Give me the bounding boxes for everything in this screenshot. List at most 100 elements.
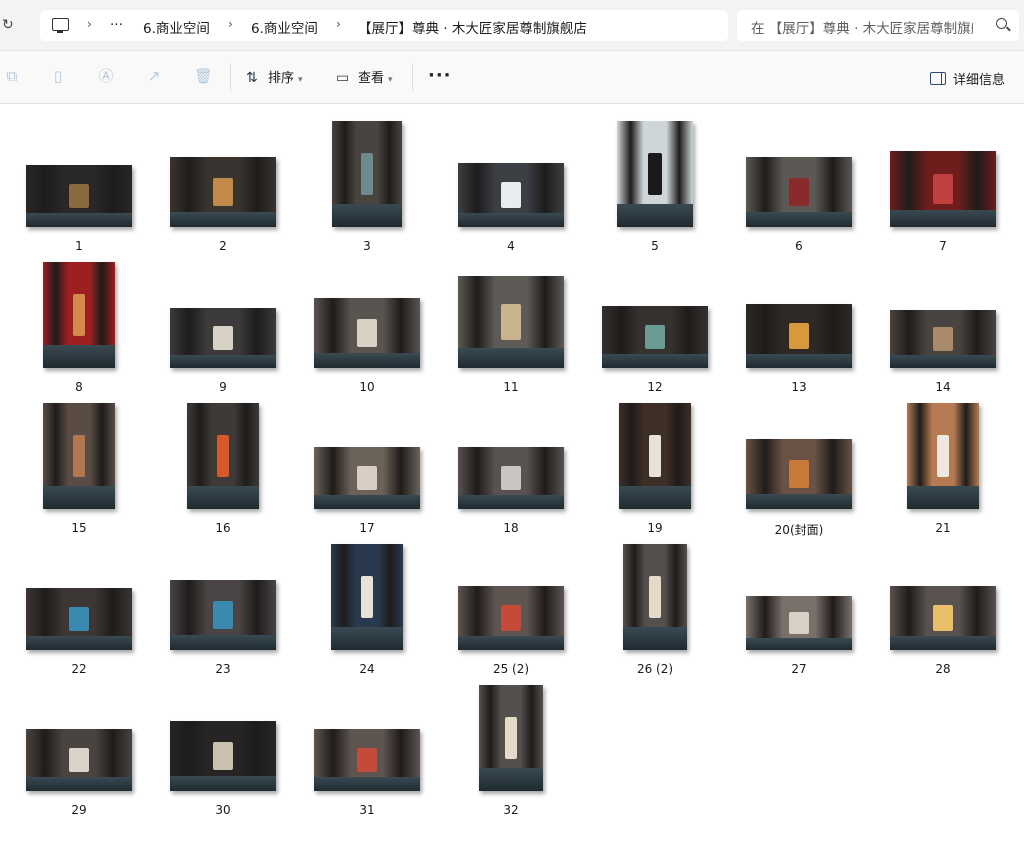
- thumbnail-accent: [933, 327, 953, 351]
- copy-icon[interactable]: ⧉: [4, 67, 20, 85]
- image-thumbnail[interactable]: [43, 262, 115, 368]
- image-thumbnail[interactable]: [890, 586, 996, 650]
- image-thumbnail[interactable]: [458, 163, 564, 227]
- image-thumbnail[interactable]: [170, 580, 276, 650]
- image-thumbnail[interactable]: [746, 157, 852, 227]
- chevron-right-icon[interactable]: ›: [87, 17, 92, 31]
- chevron-right-icon[interactable]: ›: [336, 17, 341, 31]
- thumbnail-floor: [619, 485, 691, 509]
- image-thumbnail[interactable]: [26, 165, 132, 227]
- thumbnail-accent: [645, 324, 665, 350]
- breadcrumb[interactable]: › ··· 6.商业空间 › 6.商业空间 › 【展厅】尊典 · 木大匠家居尊制…: [40, 10, 728, 41]
- image-thumbnail[interactable]: [617, 121, 693, 227]
- file-name-label: 21: [935, 521, 951, 535]
- thumbnail-accent: [789, 323, 809, 349]
- image-thumbnail[interactable]: [170, 308, 276, 368]
- image-thumbnail[interactable]: [479, 685, 543, 791]
- breadcrumb-item[interactable]: 6.商业空间: [143, 17, 210, 37]
- thumbnail-accent: [933, 173, 953, 205]
- thumbnail-floor: [458, 635, 564, 650]
- thumbnail-accent: [501, 303, 521, 341]
- sort-button[interactable]: ⇅ 排序 ▾: [246, 67, 303, 87]
- command-toolbar: ⧉ ▯ Ⓐ ↗ 🗑 ⇅ 排序 ▾ ▭ 查看 ▾ ··· 详细信息: [0, 51, 1024, 104]
- thumbnail-accent: [933, 605, 953, 631]
- image-thumbnail[interactable]: [746, 304, 852, 368]
- thumbnail-accent: [72, 434, 86, 478]
- share-icon[interactable]: ↗: [146, 67, 162, 85]
- computer-icon[interactable]: [52, 18, 69, 33]
- file-name-label: 18: [503, 521, 519, 535]
- thumbnail-accent: [648, 434, 662, 478]
- image-thumbnail[interactable]: [458, 586, 564, 650]
- image-thumbnail[interactable]: [746, 439, 852, 509]
- image-thumbnail[interactable]: [458, 447, 564, 509]
- thumbnail-floor: [43, 344, 115, 368]
- image-thumbnail[interactable]: [314, 729, 420, 791]
- file-name-label: 20(封面): [774, 523, 824, 537]
- details-pane-icon: [930, 72, 946, 85]
- view-icon: ▭: [336, 70, 350, 86]
- search-icon[interactable]: [996, 18, 1007, 29]
- image-thumbnail[interactable]: [314, 298, 420, 368]
- thumbnail-accent: [789, 178, 809, 206]
- thumbnail-floor: [458, 495, 564, 509]
- delete-icon[interactable]: 🗑: [194, 67, 213, 85]
- thumbnail-floor: [458, 347, 564, 368]
- image-thumbnail[interactable]: [26, 588, 132, 650]
- image-thumbnail[interactable]: [602, 306, 708, 368]
- breadcrumb-item[interactable]: 6.商业空间: [251, 17, 318, 37]
- image-thumbnail[interactable]: [170, 721, 276, 791]
- thumbnail-floor: [623, 626, 687, 650]
- thumbnail-accent: [789, 612, 809, 634]
- image-thumbnail[interactable]: [332, 121, 402, 227]
- thumbnail-floor: [746, 493, 852, 509]
- file-name-label: 22: [71, 662, 87, 676]
- file-name-label: 1: [75, 239, 83, 253]
- image-thumbnail[interactable]: [26, 729, 132, 791]
- details-pane-button[interactable]: 详细信息: [930, 69, 1005, 88]
- search-placeholder: 在 【展厅】尊典 · 木大匠家居尊制旗舰店 中搜索: [751, 21, 973, 37]
- file-name-label: 27: [791, 662, 807, 676]
- file-name-label: 19: [647, 521, 663, 535]
- chevron-right-icon[interactable]: ›: [228, 17, 233, 31]
- file-name-label: 16: [215, 521, 231, 535]
- file-name-label: 14: [935, 380, 951, 394]
- image-thumbnail[interactable]: [890, 151, 996, 227]
- breadcrumb-ellipsis[interactable]: ···: [110, 17, 123, 33]
- thumbnail-floor: [479, 767, 543, 791]
- image-thumbnail[interactable]: [43, 403, 115, 509]
- thumbnail-floor: [26, 777, 132, 791]
- rename-icon[interactable]: Ⓐ: [98, 67, 114, 85]
- image-thumbnail[interactable]: [187, 403, 259, 509]
- thumbnail-floor: [314, 495, 420, 509]
- file-name-label: 15: [71, 521, 87, 535]
- image-thumbnail[interactable]: [314, 447, 420, 509]
- image-thumbnail[interactable]: [623, 544, 687, 650]
- paste-icon[interactable]: ▯: [50, 67, 66, 85]
- thumbnail-floor: [746, 211, 852, 227]
- file-name-label: 30: [215, 803, 231, 817]
- image-thumbnail[interactable]: [619, 403, 691, 509]
- thumbnail-accent: [501, 182, 521, 208]
- thumbnail-floor: [26, 213, 132, 227]
- image-thumbnail[interactable]: [746, 596, 852, 650]
- file-name-label: 17: [359, 521, 375, 535]
- chevron-down-icon: ▾: [298, 75, 303, 85]
- sort-label: 排序: [268, 71, 295, 86]
- image-thumbnail[interactable]: [907, 403, 979, 509]
- image-thumbnail[interactable]: [331, 544, 403, 650]
- refresh-icon[interactable]: ↻: [2, 17, 18, 33]
- thumbnail-accent: [213, 326, 233, 350]
- thumbnail-accent: [213, 178, 233, 206]
- image-thumbnail[interactable]: [890, 310, 996, 368]
- thumbnail-floor: [170, 211, 276, 227]
- file-name-label: 23: [215, 662, 231, 676]
- image-thumbnail[interactable]: [458, 276, 564, 368]
- search-field[interactable]: 在 【展厅】尊典 · 木大匠家居尊制旗舰店 中搜索: [737, 10, 1019, 41]
- view-button[interactable]: ▭ 查看 ▾: [336, 67, 393, 87]
- more-options-button[interactable]: ···: [428, 65, 452, 86]
- file-grid: 1 2 3 4 5 6 7 8 9 10 11 12 13 14 15 16 17 18 19 20(封面) 21 22 2…: [0, 104, 1024, 843]
- breadcrumb-item-current[interactable]: 【展厅】尊典 · 木大匠家居尊制旗舰店: [358, 17, 587, 37]
- thumbnail-accent: [501, 605, 521, 631]
- image-thumbnail[interactable]: [170, 157, 276, 227]
